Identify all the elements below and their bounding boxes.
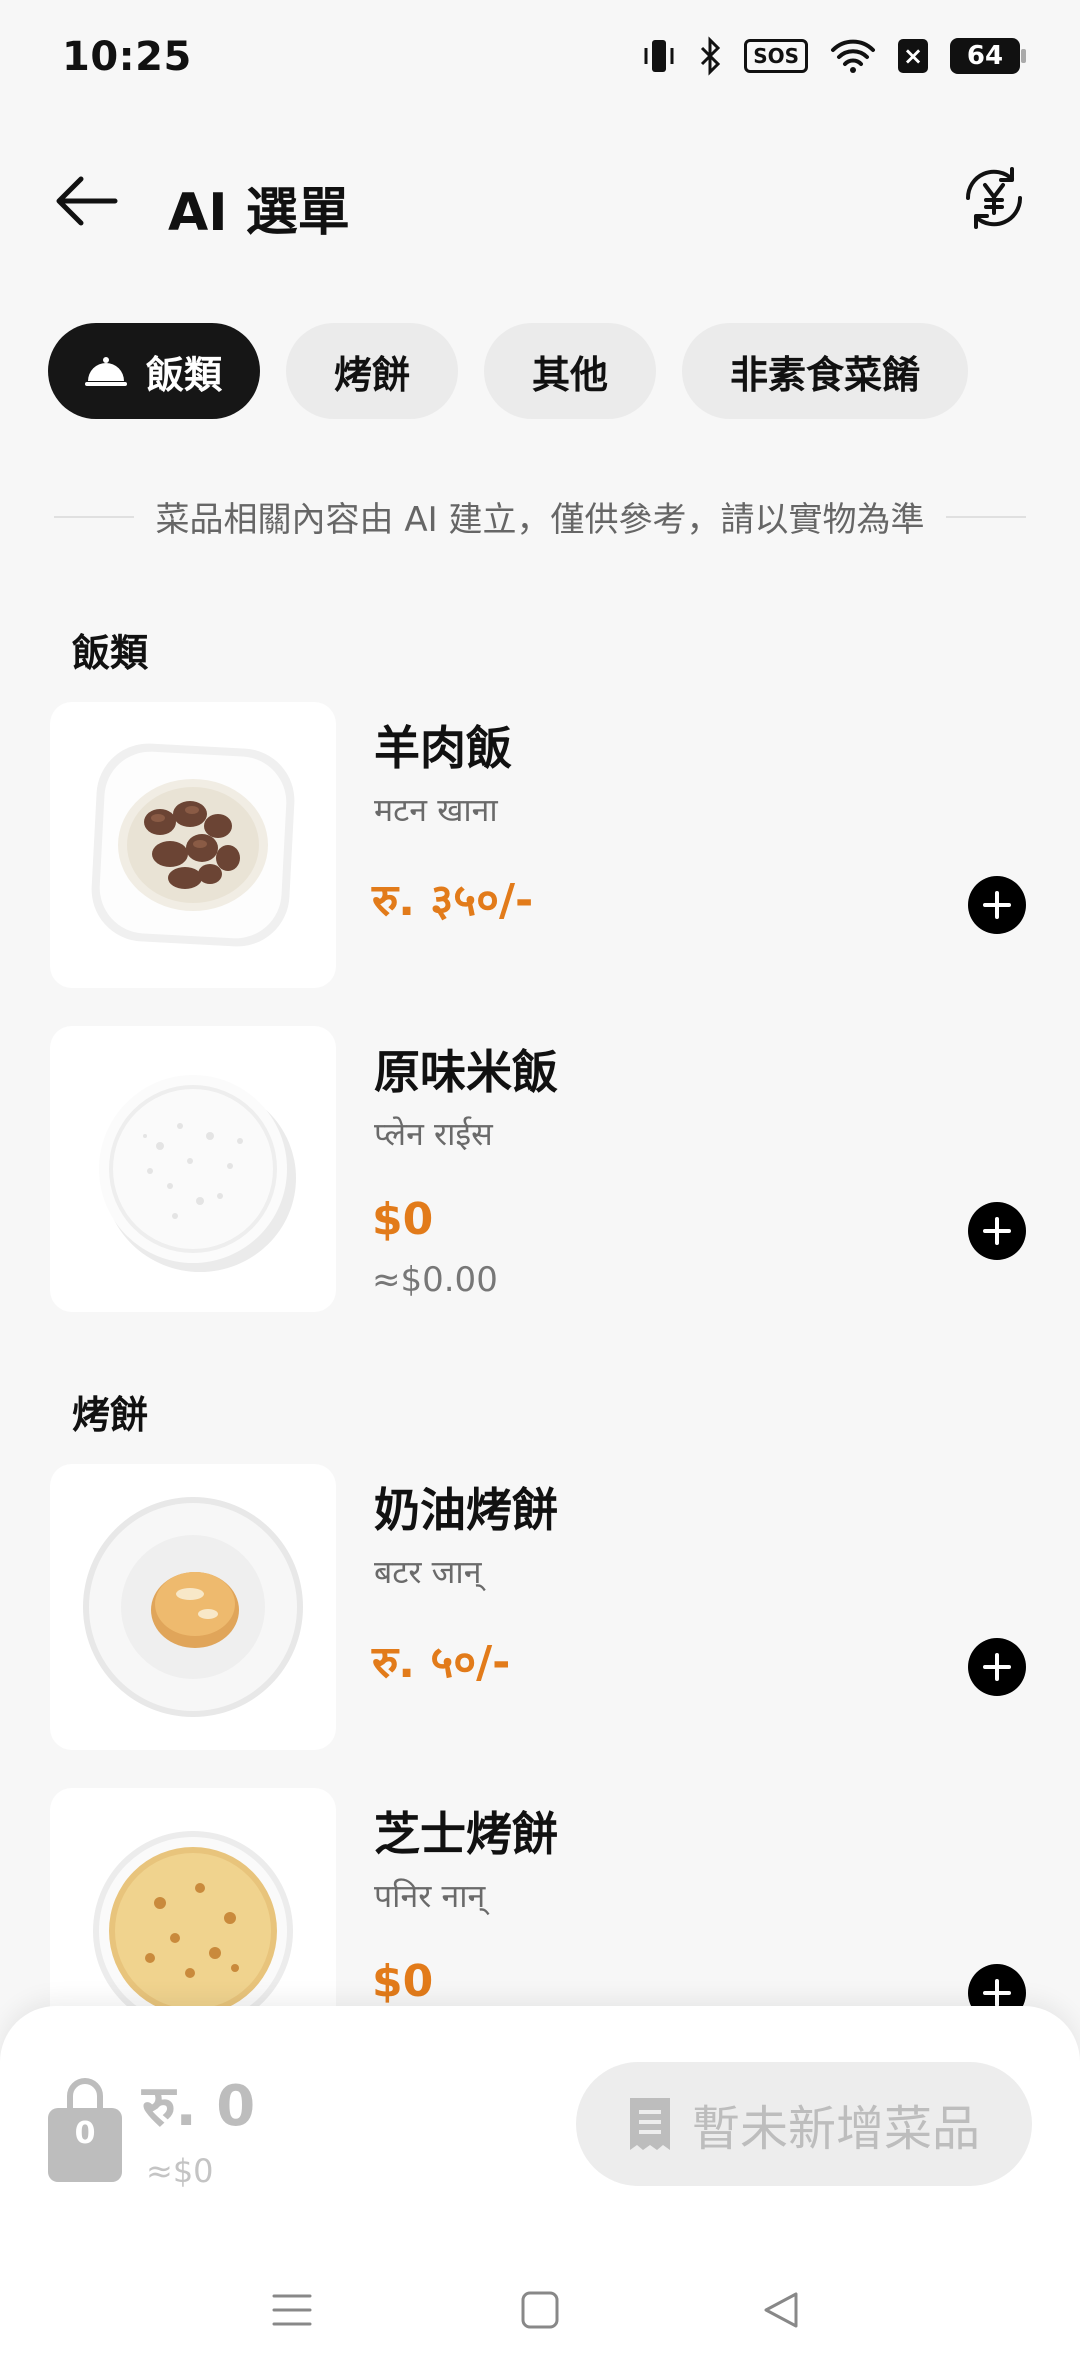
currency-exchange-icon: [965, 167, 1023, 229]
add-button[interactable]: [968, 876, 1026, 934]
back-triangle-icon: [764, 2292, 798, 2328]
dish-price: $0: [372, 1194, 434, 1245]
menu-item-card[interactable]: 奶油烤餅 बटर जान् रु. ५०/-: [50, 1464, 1030, 1754]
cart-count: 0: [74, 2116, 96, 2151]
header: AI 選單: [0, 140, 1080, 260]
currency-exchange-button[interactable]: [954, 158, 1034, 238]
dish-price-approx: ≈$0.00: [372, 1260, 498, 1300]
dish-image-mutton-rice: [50, 702, 336, 988]
status-bar: 10:25 SOS × 64: [0, 0, 1080, 120]
home-icon: [521, 2291, 559, 2329]
dish-native-name: बटर जान्: [374, 1553, 482, 1591]
menu-icon: [272, 2294, 312, 2326]
add-button[interactable]: [968, 1202, 1026, 1260]
divider: [54, 515, 134, 518]
tab-non-veg[interactable]: 非素食菜餚: [682, 323, 969, 419]
menu-item-card[interactable]: 羊肉飯 मटन खाना रु. ३५०/-: [50, 702, 1030, 992]
tab-rice[interactable]: 飯類: [48, 323, 261, 419]
tab-label: 烤餅: [334, 352, 411, 397]
section-title-naan: 烤餅: [72, 1393, 149, 1437]
wifi-icon: [830, 36, 876, 76]
back-button[interactable]: [42, 166, 130, 236]
tab-scroll-fade: [1020, 323, 1080, 419]
tab-label: 飯類: [146, 352, 223, 397]
disclaimer-text: 菜品相關內容由 AI 建立，僅供參考，請以實物為準: [155, 500, 925, 540]
back-arrow-icon: [56, 176, 118, 226]
vibrate-icon: [642, 36, 676, 76]
status-time: 10:25: [62, 34, 192, 80]
cloche-icon: [85, 357, 127, 386]
bluetooth-icon: [698, 36, 722, 76]
dish-price: रु. ३५०/-: [372, 875, 534, 926]
add-icon: [983, 1979, 1011, 2007]
status-icons: SOS × 64: [642, 36, 1026, 76]
add-icon: [983, 891, 1011, 919]
receipt-icon: [629, 2098, 670, 2150]
tab-other[interactable]: 其他: [484, 323, 657, 419]
page-title: AI 選單: [168, 183, 350, 243]
notification-x-icon: ×: [898, 39, 928, 73]
tab-label: 其他: [532, 352, 609, 397]
checkout-button[interactable]: 暫未新增菜品: [576, 2062, 1032, 2186]
system-nav-bar: [0, 2250, 1080, 2370]
dish-price: रु. ५०/-: [372, 1637, 511, 1688]
divider: [946, 515, 1026, 518]
dish-name: 羊肉飯: [374, 721, 512, 775]
dish-price: $0: [372, 1956, 434, 2007]
tab-naan[interactable]: 烤餅: [286, 323, 459, 419]
dish-name: 芝士烤餅: [374, 1807, 558, 1861]
add-icon: [983, 1653, 1011, 1681]
tab-label: 非素食菜餚: [730, 352, 921, 397]
dish-native-name: प्लेन राईस: [374, 1115, 493, 1153]
sos-icon: SOS: [744, 39, 808, 73]
cart-total: रु. 0: [142, 2074, 256, 2139]
dish-name: 奶油烤餅: [374, 1483, 558, 1537]
dish-name: 原味米飯: [374, 1045, 558, 1099]
dish-image-plain-rice: [50, 1026, 336, 1312]
menu-item-card[interactable]: 原味米飯 प्लेन राईस $0 ≈$0.00: [50, 1026, 1030, 1316]
dish-native-name: पनिर नान्: [374, 1877, 486, 1915]
battery-icon: 64: [950, 38, 1026, 74]
add-button[interactable]: [968, 1638, 1026, 1696]
dish-image-butter-naan: [50, 1464, 336, 1750]
home-nav-button[interactable]: [510, 2280, 570, 2340]
ai-disclaimer: 菜品相關內容由 AI 建立，僅供參考，請以實物為準: [54, 492, 1026, 541]
add-icon: [983, 1217, 1011, 1245]
back-nav-button[interactable]: [752, 2280, 812, 2340]
category-tabs: 飯類 烤餅 其他 非素食菜餚: [48, 323, 969, 419]
section-title-rice: 飯類: [72, 631, 149, 675]
checkout-label: 暫未新增菜品: [691, 2101, 980, 2157]
cart-total-approx: ≈$0: [146, 2152, 214, 2190]
menu-nav-button[interactable]: [262, 2280, 322, 2340]
dish-native-name: मटन खाना: [374, 791, 498, 829]
